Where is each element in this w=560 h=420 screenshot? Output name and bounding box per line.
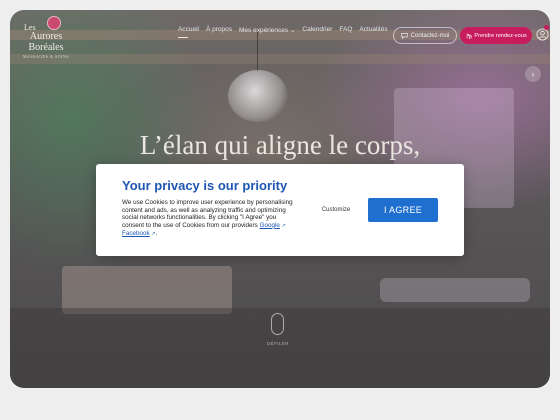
customize-button[interactable]: Customize <box>318 203 354 217</box>
main-menu: Accueil À propos Mes expériences ⌄ Calen… <box>178 26 388 38</box>
scroll-mouse-icon[interactable] <box>271 313 284 335</box>
external-link-icon: ↗ <box>281 222 286 229</box>
dialog-title: Your privacy is our priority <box>122 178 288 193</box>
scroll-label: DÉFILER <box>267 341 289 346</box>
logo-emblem-icon <box>47 16 61 30</box>
notification-badge <box>544 25 549 30</box>
hero-headline: L’élan qui aligne le corps, <box>139 130 421 160</box>
logo-tagline: MASSAGES & SOINS <box>22 54 69 59</box>
top-navigation: Les Aurores Boréales MASSAGES & SOINS Ac… <box>10 10 550 59</box>
nav-item-label: Mes expériences <box>239 27 289 34</box>
facebook-link[interactable]: Facebook <box>122 230 150 237</box>
nav-item-calendrier[interactable]: Calendrier <box>302 26 332 34</box>
google-link[interactable]: Google <box>260 222 280 229</box>
book-appointment-label: Prendre rendez-vous <box>474 32 527 39</box>
nav-item-actualites[interactable]: Actualités <box>359 26 387 34</box>
agree-button[interactable]: I AGREE <box>368 198 438 222</box>
book-appointment-button[interactable]: Prendre rendez-vous <box>460 27 532 44</box>
massage-table <box>62 266 232 314</box>
nav-item-faq[interactable]: FAQ <box>339 26 352 34</box>
dialog-body: We use Cookies to improve user experienc… <box>122 199 293 238</box>
side-table <box>380 278 530 302</box>
logo-text-line2: Aurores <box>29 31 63 42</box>
contact-button[interactable]: Contactez-moi <box>393 27 457 44</box>
brand-logo[interactable]: Les Aurores Boréales MASSAGES & SOINS <box>20 16 72 66</box>
nav-item-mes-experiences[interactable]: Mes expériences ⌄ <box>239 26 295 34</box>
hand-icon <box>467 33 472 39</box>
nav-item-a-propos[interactable]: À propos <box>206 26 232 34</box>
info-icon[interactable]: › <box>525 66 541 82</box>
ceiling-beam <box>10 54 550 64</box>
pendant-lamp <box>228 70 288 122</box>
chat-icon <box>401 33 408 39</box>
chevron-down-icon: ⌄ <box>289 27 296 34</box>
contact-button-label: Contactez-moi <box>410 32 450 39</box>
nav-item-accueil[interactable]: Accueil <box>178 26 199 38</box>
logo-text-line3: Boréales <box>28 42 64 53</box>
